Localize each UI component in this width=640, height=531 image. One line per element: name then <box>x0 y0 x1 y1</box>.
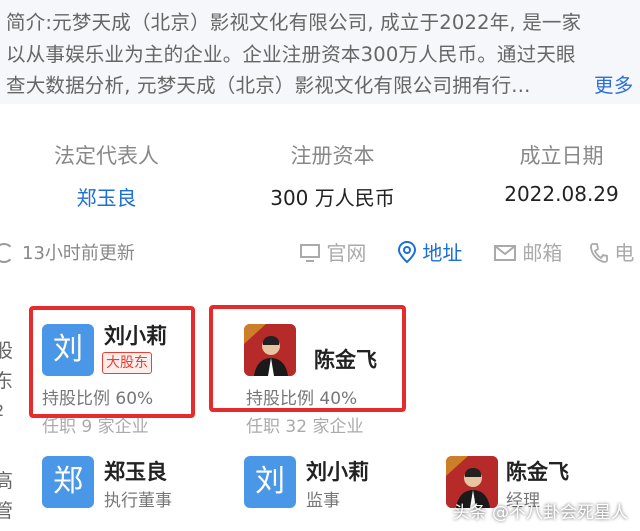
avatar: 刘 <box>244 456 296 508</box>
founded-label: 成立日期 <box>519 144 604 168</box>
executive-name[interactable]: 郑玉良 <box>104 456 167 486</box>
capital-value: 300 万人民币 <box>270 186 395 210</box>
email-label: 邮箱 <box>522 241 563 265</box>
refresh-icon[interactable] <box>0 243 14 263</box>
address-link[interactable]: 地址 <box>397 237 463 266</box>
mail-icon <box>494 245 516 261</box>
watermark: 头条 @不八卦会死星人 <box>452 503 628 523</box>
legal-rep-label: 法定代表人 <box>54 144 159 168</box>
highlight-box <box>209 305 406 412</box>
website-link[interactable]: 官网 <box>300 237 366 266</box>
executive-role: 执行董事 <box>104 491 172 511</box>
capital-label: 注册资本 <box>290 144 375 168</box>
executive-card[interactable]: 刘 刘小莉 监事 <box>210 448 410 531</box>
avatar: 郑 <box>42 456 94 508</box>
location-pin-icon <box>397 240 417 264</box>
intro-line-1: 简介:元梦天成（北京）影视文化有限公司, 成立于2022年, 是一家 <box>6 11 582 34</box>
phone-icon <box>590 243 608 263</box>
company-intro: 简介:元梦天成（北京）影视文化有限公司, 成立于2022年, 是一家 以从事娱乐… <box>0 0 640 104</box>
executive-role: 监事 <box>306 491 340 511</box>
intro-line-3-text: 查大数据分析, 元梦天成（北京）影视文化有限公司拥有行... <box>6 74 531 97</box>
highlight-box <box>29 306 195 418</box>
intro-line-2: 以从事娱乐业为主的企业。企业注册资本300万人民币。通过天眼 <box>6 43 576 66</box>
email-link[interactable]: 邮箱 <box>494 237 562 266</box>
legal-rep-value[interactable]: 郑玉良 <box>0 182 213 211</box>
executive-name[interactable]: 刘小莉 <box>306 456 369 486</box>
phone-link[interactable]: 电 <box>590 237 634 266</box>
phone-label: 电 <box>614 241 635 265</box>
legal-rep-block: 法定代表人 郑玉良 <box>0 140 213 211</box>
founded-block: 成立日期 2022.08.29 <box>455 140 640 206</box>
monitor-icon <box>300 244 320 262</box>
address-label: 地址 <box>422 241 463 265</box>
capital-block: 注册资本 300 万人民币 <box>226 140 439 211</box>
website-label: 官网 <box>326 241 367 265</box>
executive-card[interactable]: 郑 郑玉良 执行董事 <box>0 448 210 531</box>
founded-value: 2022.08.29 <box>504 182 619 206</box>
intro-line-3: 查大数据分析, 元梦天成（北京）影视文化有限公司拥有行... <box>6 69 531 98</box>
update-row: 13小时前更新 官网 地址 邮箱 电 <box>0 237 640 269</box>
tenure-count: 任职 32 家企业 <box>246 417 364 437</box>
update-time: 13小时前更新 <box>22 243 135 264</box>
executive-name[interactable]: 陈金飞 <box>506 456 569 486</box>
more-link[interactable]: 更多 <box>594 69 633 98</box>
